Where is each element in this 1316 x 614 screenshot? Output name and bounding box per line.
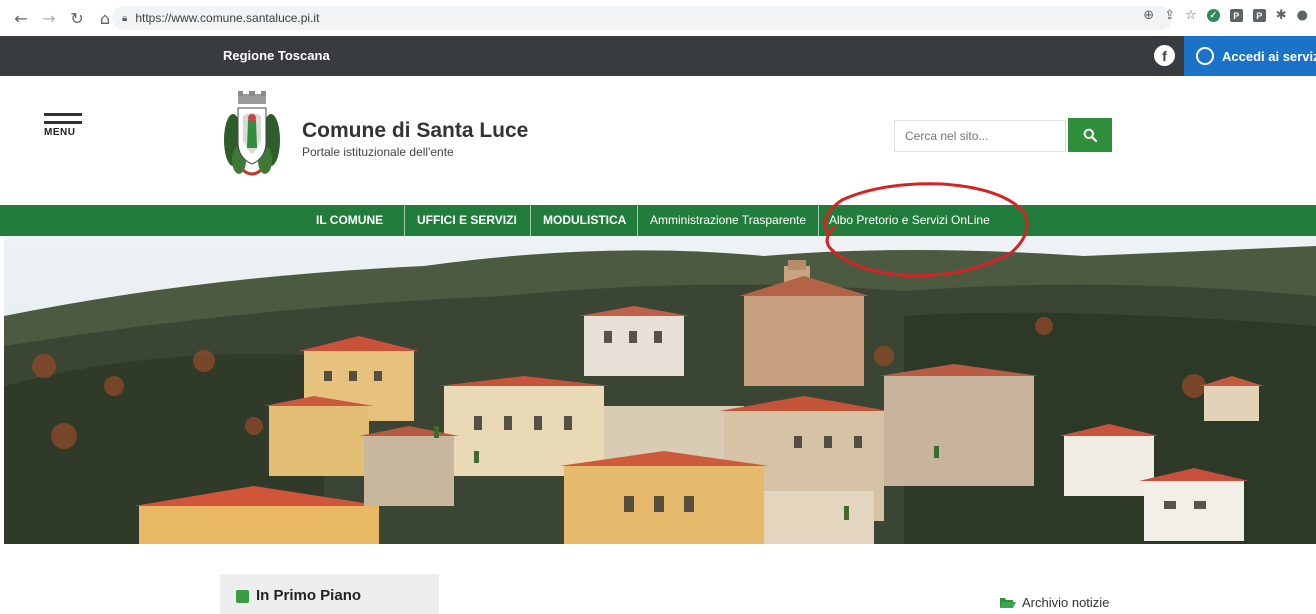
region-topbar: Regione Toscana f [0,36,1316,76]
address-bar[interactable]: 🔒︎ https://www.comune.santaluce.pi.it [112,6,1172,30]
menu-button[interactable]: MENU [44,113,82,153]
folder-open-icon [1000,597,1016,608]
nav-item-amministrazione-trasparente[interactable]: Amministrazione Trasparente [650,205,806,236]
back-icon[interactable]: ← [14,9,28,28]
nav-divider [637,205,638,236]
site-title[interactable]: Comune di Santa Luce [302,119,528,143]
extension-icon[interactable]: ✓ [1206,9,1220,22]
search-icon [1083,128,1097,142]
share-icon[interactable]: ⇪ [1164,8,1175,23]
lock-icon: 🔒︎ [122,12,128,24]
reload-icon[interactable]: ↻ [70,9,84,28]
nav-divider [530,205,531,236]
nav-item-modulistica[interactable]: MODULISTICA [543,205,626,236]
extension-icon[interactable]: P [1252,9,1266,22]
extension-icon[interactable]: P [1229,9,1243,22]
hamburger-icon [44,113,82,116]
region-title[interactable]: Regione Toscana [223,48,330,63]
nav-item-il-comune[interactable]: IL COMUNE [316,205,383,236]
forward-icon[interactable]: → [42,9,56,28]
login-button[interactable]: Accedi ai serviz [1184,36,1316,76]
menu-label: MENU [44,127,76,138]
archivio-notizie-label: Archivio notizie [1022,595,1110,610]
facebook-icon[interactable]: f [1154,45,1175,66]
home-icon[interactable]: ⌂ [98,9,112,28]
login-label: Accedi ai serviz [1222,48,1316,64]
browser-actions: ⊕ ⇪ ☆ ✓ P P ✱ ● [1143,8,1308,23]
nav-item-uffici-e-servizi[interactable]: UFFICI E SERVIZI [417,205,517,236]
nav-divider [404,205,405,236]
municipal-crest-logo[interactable] [221,90,283,184]
url-text: https://www.comune.santaluce.pi.it [135,11,320,25]
hero-village-image [4,236,1316,544]
in-primo-piano-label: In Primo Piano [256,587,362,604]
in-primo-piano-header: In Primo Piano [220,574,439,614]
user-icon [1196,47,1214,65]
main-navigation: IL COMUNE UFFICI E SERVIZI MODULISTICA A… [0,205,1316,236]
green-square-icon [236,590,249,603]
search-button[interactable] [1068,118,1112,152]
site-subtitle: Portale istituzionale dell'ente [302,145,454,159]
browser-toolbar: ← → ↻ ⌂ 🔒︎ https://www.comune.santaluce.… [0,0,1316,37]
zoom-icon[interactable]: ⊕ [1143,8,1154,23]
search-input[interactable] [894,120,1066,152]
profile-icon[interactable]: ● [1297,8,1308,23]
bookmark-star-icon[interactable]: ☆ [1185,8,1197,23]
archivio-notizie-link[interactable]: Archivio notizie [1000,595,1109,610]
nav-divider [818,205,819,236]
nav-item-albo-pretorio[interactable]: Albo Pretorio e Servizi OnLine [829,205,990,236]
puzzle-icon[interactable]: ✱ [1276,8,1287,23]
